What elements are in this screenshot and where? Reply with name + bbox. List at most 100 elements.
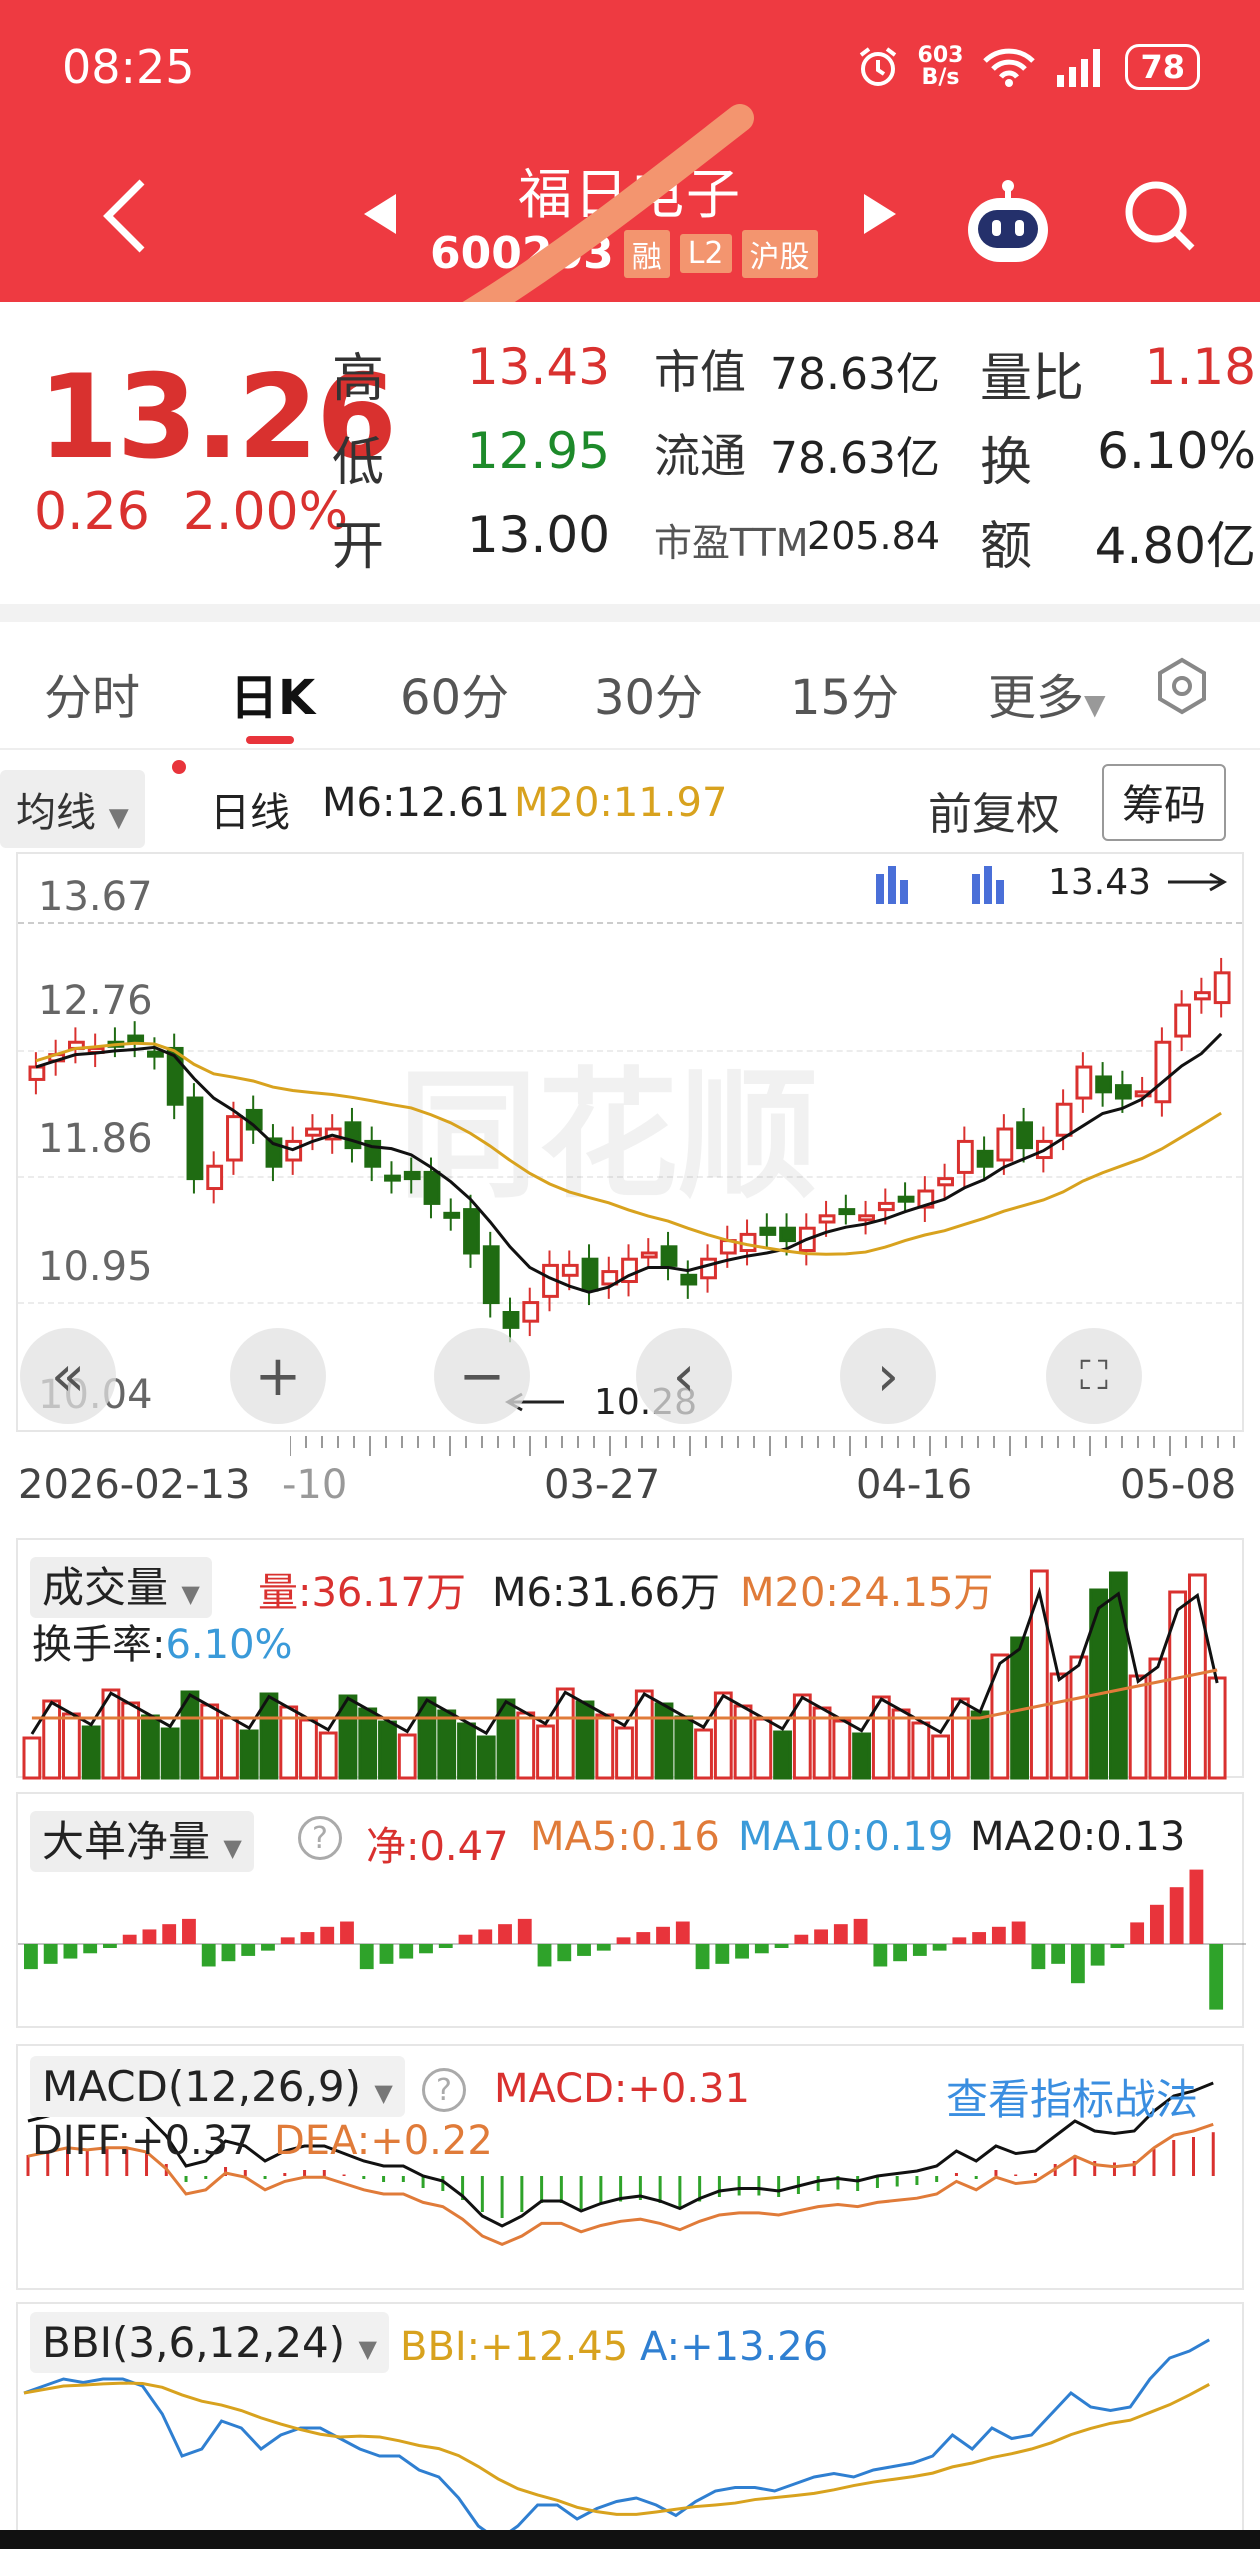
candle-body <box>384 1174 401 1182</box>
date-label: 04-16 <box>856 1462 973 1508</box>
bar-chart-icon[interactable] <box>972 866 1004 904</box>
volume-bar <box>891 1708 911 1780</box>
volume-bar <box>397 1733 417 1780</box>
robot-assistant-icon[interactable] <box>960 172 1056 268</box>
mktcap-value: 78.63亿 <box>770 349 940 400</box>
big-order-bar <box>794 1934 809 1944</box>
daily-line-label: 日线 <box>210 790 290 836</box>
big-order-bar <box>241 1944 256 1956</box>
indicator-strategy-link[interactable]: 查看指标战法 <box>946 2066 1198 2127</box>
candle <box>581 1244 599 1306</box>
fullscreen-button[interactable]: ⛶ <box>1046 1328 1142 1424</box>
candle-body <box>897 1195 915 1203</box>
big-order-bar <box>557 1944 572 1962</box>
big-order-bar <box>991 1926 1006 1944</box>
volume-bar <box>318 1731 338 1780</box>
date-label: 2026-02-13 <box>18 1462 251 1508</box>
big-order-bar <box>912 1944 927 1956</box>
candle-body <box>1174 1003 1192 1038</box>
big-order-bar <box>103 1944 117 1948</box>
volume-bar <box>62 1712 81 1780</box>
big-order-bar <box>715 1944 730 1964</box>
volume-bar <box>160 1727 180 1780</box>
chips-button[interactable]: 筹码 <box>1102 764 1227 841</box>
tab-intraday[interactable]: 分时 <box>44 658 140 728</box>
tab-60min[interactable]: 60分 <box>400 658 509 728</box>
help-icon[interactable]: ? <box>298 1816 342 1860</box>
tab-more[interactable]: 更多▼ <box>988 658 1106 728</box>
big-order-bar <box>596 1944 611 1951</box>
bbi-dropdown[interactable]: BBI(3,6,12,24) ▼ <box>30 2312 389 2373</box>
mktcap-label: 市值 <box>654 345 746 399</box>
zoom-far-left-button[interactable]: « <box>20 1328 116 1424</box>
candle <box>87 1033 105 1068</box>
big-order-bar <box>833 1924 848 1944</box>
m6-value: M6:12.61 <box>322 780 510 826</box>
chevron-left-icon: ‹ <box>672 1343 696 1409</box>
settings-hexagon-icon[interactable] <box>1152 656 1212 716</box>
candle-body <box>1075 1065 1093 1100</box>
volume-bar <box>141 1714 160 1780</box>
candle-body <box>403 1170 421 1181</box>
big-order-dropdown[interactable]: 大单净量 ▼ <box>30 1808 254 1872</box>
volume-bar <box>1148 1657 1168 1780</box>
candle <box>1075 1052 1093 1113</box>
candle-body <box>226 1115 243 1162</box>
volume-dropdown[interactable]: 成交量 ▼ <box>30 1554 212 1618</box>
big-order-bar <box>320 1926 335 1944</box>
volume-bar <box>1108 1571 1128 1780</box>
macd-value: MACD:+0.31 <box>494 2066 750 2112</box>
candle <box>364 1126 382 1182</box>
big-order-bar <box>162 1924 177 1944</box>
candle <box>700 1244 717 1293</box>
candle-body <box>937 1177 954 1187</box>
zoom-in-button[interactable]: + <box>230 1328 326 1424</box>
open-label: 开 <box>332 517 385 577</box>
low-value: 12.95 <box>466 422 610 480</box>
tab-daily-k[interactable]: 日K <box>230 658 315 728</box>
notification-dot <box>172 760 186 774</box>
volume-bar <box>911 1721 931 1780</box>
candle <box>166 1033 184 1120</box>
candle-body <box>206 1164 224 1191</box>
big-order-bar <box>932 1944 947 1951</box>
scroll-right-button[interactable]: › <box>840 1328 936 1424</box>
big-order-bar <box>1130 1922 1145 1944</box>
big-order-net: 净:0.47 <box>366 1824 509 1870</box>
candle <box>127 1021 145 1058</box>
ma-dropdown[interactable]: 均线 ▼ <box>0 770 145 848</box>
macd-dropdown[interactable]: MACD(12,26,9) ▼ <box>30 2056 405 2117</box>
bar-chart-icon[interactable] <box>876 866 908 904</box>
big-order-bar <box>122 1934 137 1944</box>
scroll-left-button[interactable]: ‹ <box>636 1328 732 1424</box>
bbi-value: BBI:+12.45 <box>400 2324 629 2370</box>
candle-body <box>1154 1040 1172 1104</box>
candle-body <box>660 1245 678 1267</box>
candle-body <box>147 1050 164 1058</box>
big-order-bar <box>1051 1944 1066 1964</box>
candle-body <box>127 1034 145 1044</box>
candle-body <box>779 1226 796 1243</box>
search-icon[interactable] <box>1120 176 1200 256</box>
big-order-bar <box>952 1937 967 1944</box>
volume-bar <box>773 1730 792 1780</box>
volume-bar <box>595 1713 615 1780</box>
volume-bar <box>476 1735 496 1780</box>
tab-30min[interactable]: 30分 <box>594 658 703 728</box>
big-order-bar <box>1110 1944 1125 1948</box>
volume-bar <box>931 1734 950 1780</box>
big-order-bar <box>498 1924 512 1944</box>
adjust-toggle[interactable]: 前复权 <box>928 778 1060 842</box>
candle <box>1193 977 1211 1014</box>
svg-text:同花顺: 同花顺 <box>398 1055 818 1218</box>
help-icon[interactable]: ? <box>422 2068 466 2112</box>
volume-bar <box>1128 1674 1148 1780</box>
zoom-out-button[interactable]: − <box>434 1328 530 1424</box>
volume-bar <box>200 1703 220 1780</box>
candle <box>858 1200 875 1235</box>
tab-15min[interactable]: 15分 <box>790 658 899 728</box>
candle-body <box>502 1310 520 1329</box>
high-value: 13.43 <box>466 338 610 396</box>
big-order-bar <box>1209 1944 1224 2010</box>
candle-body <box>186 1096 204 1181</box>
